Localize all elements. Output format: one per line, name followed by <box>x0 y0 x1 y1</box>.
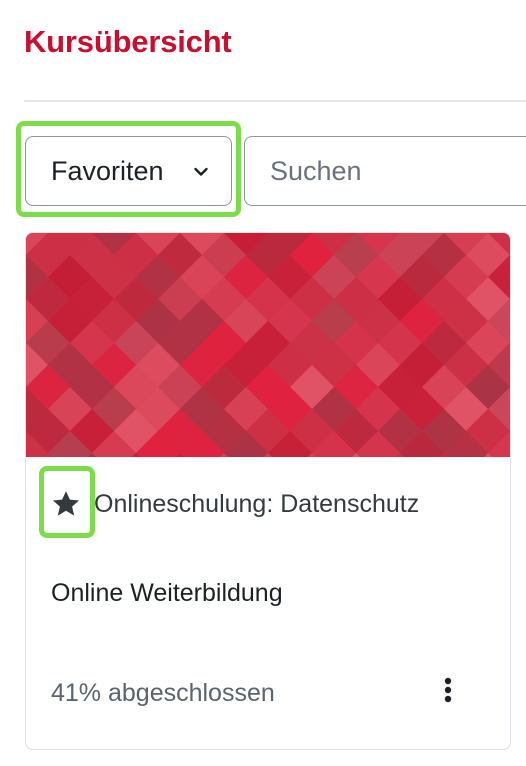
course-name-link[interactable]: Onlineschulung: Datenschutz <box>51 482 481 527</box>
page-title: Kursübersicht <box>24 24 232 59</box>
course-progress-text: 41% abgeschlossen <box>51 679 275 707</box>
more-vertical-icon[interactable] <box>430 673 466 709</box>
course-image[interactable] <box>26 233 511 457</box>
header-divider <box>24 100 526 102</box>
grouping-filter-dropdown[interactable]: Favoriten <box>25 136 232 206</box>
chevron-down-icon <box>194 167 208 176</box>
course-card[interactable]: Onlineschulung: Datenschutz Online Weite… <box>25 232 511 750</box>
search-input[interactable] <box>244 136 526 206</box>
course-category: Online Weiterbildung <box>51 579 283 607</box>
grouping-filter-label: Favoriten <box>51 155 164 186</box>
